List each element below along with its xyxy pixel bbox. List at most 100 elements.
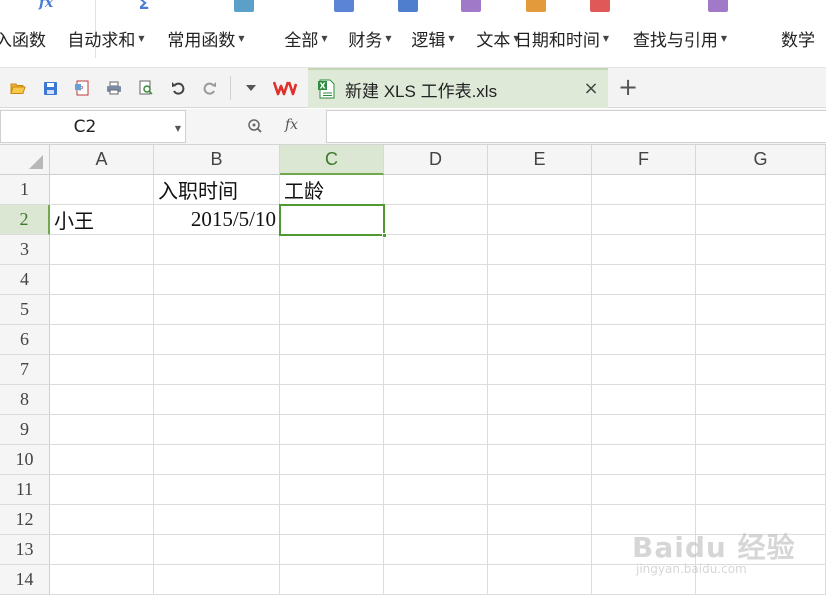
cell-d13[interactable]: [384, 535, 488, 565]
cell-e1[interactable]: [488, 175, 592, 205]
cell-a5[interactable]: [50, 295, 154, 325]
cell-a9[interactable]: [50, 415, 154, 445]
row-header-5[interactable]: 5: [0, 295, 50, 325]
cell-b7[interactable]: [154, 355, 280, 385]
cell-b2[interactable]: 2015/5/10: [154, 205, 280, 235]
cell-a6[interactable]: [50, 325, 154, 355]
cell-a10[interactable]: [50, 445, 154, 475]
row-header-10[interactable]: 10: [0, 445, 50, 475]
column-header-b[interactable]: B: [154, 145, 280, 175]
chevron-down-icon[interactable]: ▼: [238, 34, 244, 43]
cell-a2[interactable]: 小王: [50, 205, 154, 235]
row-header-9[interactable]: 9: [0, 415, 50, 445]
row-header-13[interactable]: 13: [0, 535, 50, 565]
cell-g9[interactable]: [696, 415, 826, 445]
cell-a8[interactable]: [50, 385, 154, 415]
cell-b10[interactable]: [154, 445, 280, 475]
name-box[interactable]: C2 ▼: [0, 110, 186, 143]
cell-c7[interactable]: [280, 355, 384, 385]
cell-d14[interactable]: [384, 565, 488, 595]
cell-g8[interactable]: [696, 385, 826, 415]
column-header-a[interactable]: A: [50, 145, 154, 175]
cell-c2[interactable]: [280, 205, 384, 235]
row-header-12[interactable]: 12: [0, 505, 50, 535]
cell-e14[interactable]: [488, 565, 592, 595]
cell-c9[interactable]: [280, 415, 384, 445]
row-header-8[interactable]: 8: [0, 385, 50, 415]
cell-b4[interactable]: [154, 265, 280, 295]
cell-d9[interactable]: [384, 415, 488, 445]
cell-f2[interactable]: [592, 205, 696, 235]
chevron-down-icon[interactable]: ▼: [448, 34, 454, 43]
row-header-3[interactable]: 3: [0, 235, 50, 265]
cell-f7[interactable]: [592, 355, 696, 385]
cell-d1[interactable]: [384, 175, 488, 205]
column-header-d[interactable]: D: [384, 145, 488, 175]
cell-g11[interactable]: [696, 475, 826, 505]
chevron-down-icon[interactable]: ▼: [385, 34, 391, 43]
save-icon[interactable]: [41, 79, 59, 97]
row-header-7[interactable]: 7: [0, 355, 50, 385]
cell-g2[interactable]: [696, 205, 826, 235]
cell-e13[interactable]: [488, 535, 592, 565]
more-dropdown-icon[interactable]: [242, 79, 260, 97]
cell-d10[interactable]: [384, 445, 488, 475]
row-header-1[interactable]: 1: [0, 175, 50, 205]
chevron-down-icon[interactable]: ▼: [321, 34, 327, 43]
cell-a1[interactable]: [50, 175, 154, 205]
cell-d7[interactable]: [384, 355, 488, 385]
cell-g5[interactable]: [696, 295, 826, 325]
cell-d8[interactable]: [384, 385, 488, 415]
cell-a11[interactable]: [50, 475, 154, 505]
cell-b14[interactable]: [154, 565, 280, 595]
cell-c1[interactable]: 工龄: [280, 175, 384, 205]
chevron-down-icon[interactable]: ▼: [138, 34, 144, 43]
zoom-icon[interactable]: [247, 118, 263, 134]
chevron-down-icon[interactable]: ▼: [175, 124, 181, 133]
cell-e11[interactable]: [488, 475, 592, 505]
cell-c8[interactable]: [280, 385, 384, 415]
cell-e10[interactable]: [488, 445, 592, 475]
cell-g1[interactable]: [696, 175, 826, 205]
cell-b12[interactable]: [154, 505, 280, 535]
cell-e3[interactable]: [488, 235, 592, 265]
cell-f5[interactable]: [592, 295, 696, 325]
cell-f11[interactable]: [592, 475, 696, 505]
cell-f3[interactable]: [592, 235, 696, 265]
cell-g6[interactable]: [696, 325, 826, 355]
chevron-down-icon[interactable]: ▼: [603, 34, 609, 43]
row-header-14[interactable]: 14: [0, 565, 50, 595]
cell-c14[interactable]: [280, 565, 384, 595]
cell-b8[interactable]: [154, 385, 280, 415]
cell-a12[interactable]: [50, 505, 154, 535]
cell-e9[interactable]: [488, 415, 592, 445]
formula-input[interactable]: [326, 110, 826, 143]
redo-icon[interactable]: [201, 79, 219, 97]
cell-g4[interactable]: [696, 265, 826, 295]
new-tab-button[interactable]: +: [616, 73, 640, 101]
cell-d6[interactable]: [384, 325, 488, 355]
cell-b13[interactable]: [154, 535, 280, 565]
cell-c13[interactable]: [280, 535, 384, 565]
row-header-2[interactable]: 2: [0, 205, 50, 235]
cell-e7[interactable]: [488, 355, 592, 385]
cell-e2[interactable]: [488, 205, 592, 235]
row-header-11[interactable]: 11: [0, 475, 50, 505]
cell-d2[interactable]: [384, 205, 488, 235]
open-icon[interactable]: [9, 79, 27, 97]
cell-c5[interactable]: [280, 295, 384, 325]
print-preview-icon[interactable]: [137, 79, 155, 97]
cell-e6[interactable]: [488, 325, 592, 355]
cell-e8[interactable]: [488, 385, 592, 415]
cell-g7[interactable]: [696, 355, 826, 385]
column-header-f[interactable]: F: [592, 145, 696, 175]
cell-f10[interactable]: [592, 445, 696, 475]
cell-d5[interactable]: [384, 295, 488, 325]
column-header-g[interactable]: G: [696, 145, 826, 175]
row-header-6[interactable]: 6: [0, 325, 50, 355]
cell-c6[interactable]: [280, 325, 384, 355]
cell-a7[interactable]: [50, 355, 154, 385]
cell-d11[interactable]: [384, 475, 488, 505]
row-header-4[interactable]: 4: [0, 265, 50, 295]
cell-c4[interactable]: [280, 265, 384, 295]
